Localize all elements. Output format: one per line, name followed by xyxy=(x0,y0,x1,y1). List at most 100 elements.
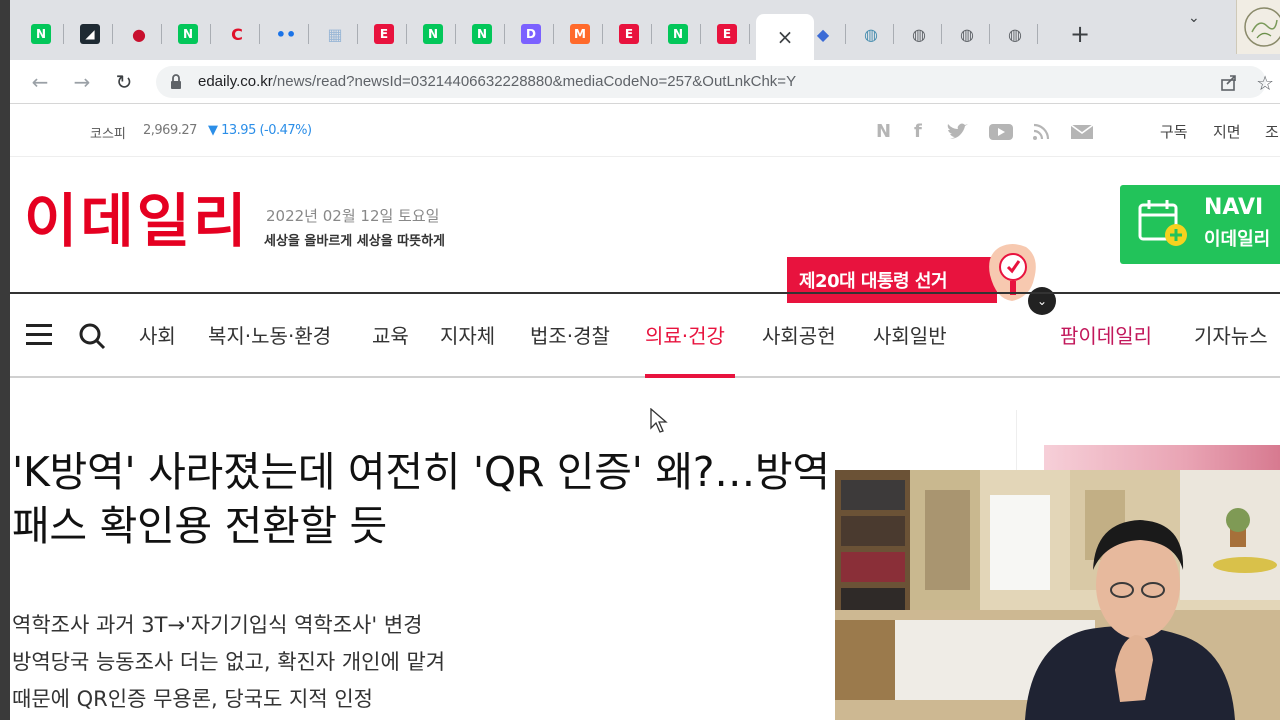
kospi-value: 2,969.27 xyxy=(143,123,197,138)
facebook-icon[interactable]: f xyxy=(914,121,922,142)
browser-tab[interactable]: E xyxy=(704,14,750,54)
close-tab-icon[interactable]: × xyxy=(777,25,794,49)
dark-app-icon: ◢ xyxy=(80,24,100,44)
rss-icon[interactable] xyxy=(1032,123,1050,141)
edaily-logo[interactable]: 이데일리 xyxy=(24,189,249,253)
summary-line: 방역당국 능동조사 더는 없고, 확진자 개인에 맡겨 xyxy=(12,650,446,674)
desktop-edge xyxy=(0,0,10,720)
bookmark-star-icon[interactable]: ☆ xyxy=(1256,71,1274,95)
nav-item-law-police[interactable]: 법조·경찰 xyxy=(530,320,610,349)
tab-separator xyxy=(651,24,652,44)
nav-item-social-contribution[interactable]: 사회공헌 xyxy=(762,320,836,349)
naver-n-icon: N xyxy=(31,24,51,44)
twitter-icon[interactable] xyxy=(946,123,970,141)
tab-separator xyxy=(553,24,554,44)
tab-separator xyxy=(845,24,846,44)
naver-n-icon: N xyxy=(668,24,688,44)
nav-item-education[interactable]: 교육 xyxy=(372,320,409,349)
nav-item-welfare[interactable]: 복지·노동·환경 xyxy=(208,320,331,349)
youtube-icon[interactable] xyxy=(988,123,1014,141)
browser-tab[interactable]: ◆ xyxy=(800,14,846,54)
tab-separator xyxy=(941,24,942,44)
browser-tab[interactable]: ▦ xyxy=(312,14,358,54)
subscribe-link[interactable]: 구독 xyxy=(1160,121,1188,142)
url-host: edaily.co.kr xyxy=(198,73,273,90)
tab-separator xyxy=(406,24,407,44)
browser-tab[interactable]: ◍ xyxy=(896,14,942,54)
browser-tab[interactable]: ◍ xyxy=(992,14,1038,54)
edaily-e-icon: E xyxy=(374,24,394,44)
tab-separator xyxy=(602,24,603,44)
nav-item-local-gov[interactable]: 지자체 xyxy=(440,320,495,349)
naver-share-icon[interactable]: N xyxy=(876,121,891,142)
browser-tab[interactable]: ◍ xyxy=(944,14,990,54)
menu-icon[interactable] xyxy=(26,324,52,346)
tab-separator xyxy=(112,24,113,44)
section-nav: 사회 복지·노동·환경 교육 지자체 법조·경찰 의료·건강 사회공헌 사회일반… xyxy=(10,292,1280,378)
browser-tab[interactable]: N xyxy=(655,14,701,54)
tab-separator xyxy=(989,24,990,44)
taegeuk-icon: ● xyxy=(132,24,146,44)
tab-separator xyxy=(749,24,750,44)
browser-tab[interactable]: N xyxy=(459,14,505,54)
article-summary: 역학조사 과거 3T→'자기기입식 역학조사' 변경 방역당국 능동조사 더는 … xyxy=(12,607,445,718)
profile-avatar[interactable] xyxy=(1236,0,1280,54)
forward-arrow-icon[interactable]: → xyxy=(68,68,96,96)
tab-separator xyxy=(63,24,64,44)
globe-icon: ◍ xyxy=(912,24,926,44)
nav-item-health[interactable]: 의료·건강 xyxy=(645,320,725,349)
browser-toolbar: ← → ↻ edaily.co.kr/news/read?newsId=0321… xyxy=(10,60,1280,104)
headline-line-1: 'K방역' 사라졌는데 여전히 'QR 인증' 왜?…방역 xyxy=(12,448,830,496)
naver-n-icon: N xyxy=(178,24,198,44)
naver-n-icon: N xyxy=(472,24,492,44)
m-icon: M xyxy=(570,24,590,44)
red-swoosh-icon: C xyxy=(231,24,243,44)
tab-separator xyxy=(161,24,162,44)
browser-tab[interactable]: ◍ xyxy=(848,14,894,54)
truncated-link[interactable]: 조 xyxy=(1265,121,1279,142)
tab-search-chevron-icon[interactable]: ⌄ xyxy=(1188,10,1200,26)
print-edition-link[interactable]: 지면 xyxy=(1213,121,1241,142)
nav-reporter-news[interactable]: 기자뉴스 xyxy=(1194,320,1268,349)
reload-icon[interactable]: ↻ xyxy=(110,68,138,96)
nav-item-society[interactable]: 사회 xyxy=(139,320,176,349)
calendar-plus-icon xyxy=(1138,200,1187,246)
share-icon[interactable] xyxy=(1220,73,1238,91)
tab-separator xyxy=(259,24,260,44)
navi-ad-title: NAVI xyxy=(1204,195,1264,220)
browser-tab[interactable]: E xyxy=(606,14,652,54)
mail-icon[interactable] xyxy=(1070,124,1094,140)
browser-tab[interactable]: D xyxy=(508,14,554,54)
nav-item-general[interactable]: 사회일반 xyxy=(873,320,947,349)
browser-tab[interactable]: N xyxy=(165,14,211,54)
url-text: edaily.co.kr/news/read?newsId=0321440663… xyxy=(198,73,796,90)
globe-icon: ◍ xyxy=(1008,24,1022,44)
globe-icon: ◍ xyxy=(960,24,974,44)
navi-ad-banner[interactable]: NAVI 이데일리 xyxy=(1120,185,1280,264)
webcam-feed xyxy=(835,470,1280,720)
browser-tab[interactable]: •• xyxy=(263,14,309,54)
browser-tab[interactable]: ● xyxy=(116,14,162,54)
browser-tab[interactable]: E xyxy=(361,14,407,54)
globe-icon: ◍ xyxy=(864,24,878,44)
back-arrow-icon[interactable]: ← xyxy=(26,68,54,96)
address-bar[interactable]: edaily.co.kr/news/read?newsId=0321440663… xyxy=(156,66,1274,98)
shield-icon: ◆ xyxy=(816,24,830,44)
kospi-change: ▼ 13.95 (-0.47%) xyxy=(208,123,312,138)
webcam-overlay xyxy=(835,470,1280,720)
new-tab-button[interactable]: + xyxy=(1070,22,1090,46)
browser-tab[interactable]: M xyxy=(557,14,603,54)
date-line: 2022년 02월 12일 토요일 xyxy=(266,207,440,225)
mouse-cursor-icon xyxy=(650,408,668,433)
browser-tab[interactable]: ◢ xyxy=(67,14,113,54)
browser-tab[interactable]: C xyxy=(214,14,260,54)
nav-pharm-edaily[interactable]: 팜이데일리 xyxy=(1060,320,1152,349)
summary-line: 때문에 QR인증 무용론, 당국도 지적 인정 xyxy=(12,687,373,711)
search-icon[interactable] xyxy=(78,322,106,350)
tab-separator xyxy=(700,24,701,44)
browser-tab[interactable]: N xyxy=(410,14,456,54)
tab-separator xyxy=(1037,24,1038,44)
active-tab-underline xyxy=(645,374,735,378)
browser-tab[interactable]: N xyxy=(18,14,64,54)
edaily-e-icon: E xyxy=(619,24,639,44)
